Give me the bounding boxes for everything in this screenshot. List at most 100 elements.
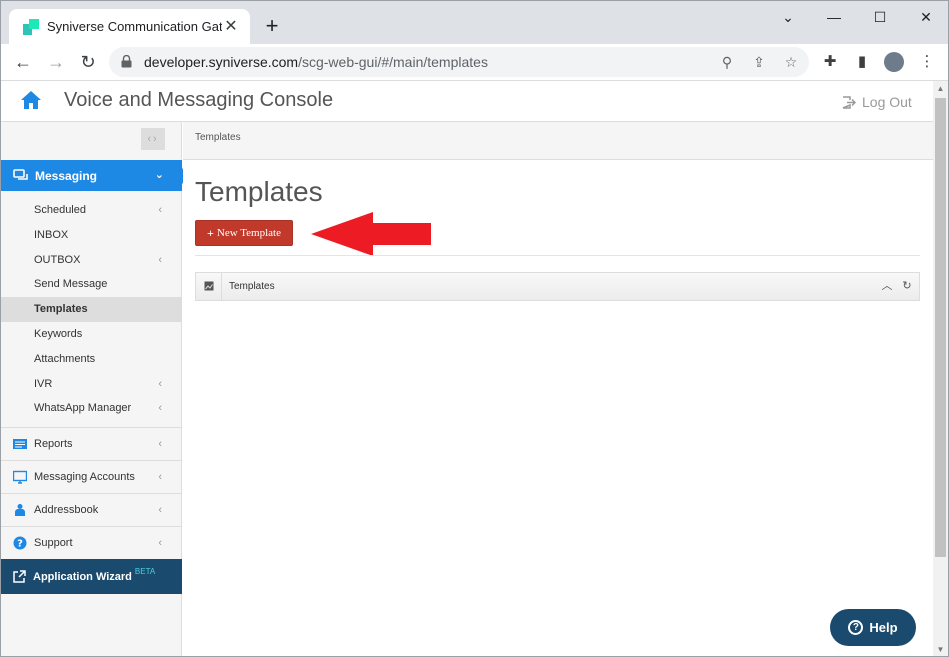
chevron-left-icon: ‹ (158, 438, 162, 450)
page-scrollbar[interactable]: ▲ ▼ (933, 81, 948, 656)
chevron-left-icon: ‹ (158, 377, 162, 390)
sidebar: ‹› Messaging ⌄ Scheduled ‹ INBOX OUTBOX ‹ … (1, 122, 190, 656)
app-title: Voice and Messaging Console (64, 89, 334, 111)
sidebar-item-whatsapp-manager[interactable]: WhatsApp Manager ‹ (1, 396, 182, 421)
logout-link[interactable]: Log Out (842, 94, 912, 110)
tab-search-icon[interactable]: ⌄ (765, 6, 811, 28)
menu-kebab-icon[interactable]: ⋮ (917, 52, 937, 72)
sidebar-item-outbox[interactable]: OUTBOX ‹ (1, 248, 182, 273)
monitor-icon (13, 470, 27, 484)
forward-icon[interactable]: → (45, 51, 67, 73)
new-template-button[interactable]: + New Template (195, 220, 293, 246)
logout-icon (842, 95, 856, 109)
new-tab-icon[interactable]: + (261, 15, 283, 37)
sidebar-item-label: Support (34, 537, 73, 549)
external-link-icon (13, 570, 26, 583)
chevron-left-icon: ‹ (158, 402, 162, 415)
browser-tab[interactable]: Syniverse Communication Gatew ✕ (9, 9, 250, 44)
zoom-icon[interactable]: ⚲ (717, 52, 737, 72)
syniverse-favicon-icon (23, 18, 39, 35)
sidebar-item-label: Keywords (34, 327, 83, 340)
scroll-down-icon[interactable]: ▼ (933, 642, 948, 656)
sidebar-item-label: INBOX (34, 228, 69, 241)
sidebar-item-support[interactable]: ? Support ‹ (1, 526, 182, 559)
app-header: Voice and Messaging Console Log Out (1, 81, 933, 122)
annotation-arrow-icon (311, 212, 431, 256)
address-bar[interactable]: developer.syniverse.com/scg-web-gui/#/ma… (109, 47, 809, 77)
sidebar-item-label: Messaging Accounts (34, 471, 135, 483)
templates-panel: Templates ︿ ↻ (195, 272, 920, 301)
maximize-icon[interactable]: ☐ (857, 6, 903, 28)
chevron-left-icon: ‹ (158, 537, 162, 549)
sidebar-item-inbox[interactable]: INBOX (1, 223, 182, 248)
sidebar-item-messaging-accounts[interactable]: Messaging Accounts ‹ (1, 460, 182, 493)
collapse-panel-icon[interactable]: ︿ (880, 279, 894, 293)
profile-avatar[interactable] (884, 52, 904, 72)
sidebar-item-application-wizard[interactable]: Application Wizard BETA (1, 559, 182, 594)
tab-strip: Syniverse Communication Gatew ✕ + ⌄ — ☐ … (1, 1, 948, 44)
chevron-left-icon: ‹ (158, 204, 162, 216)
tab-title: Syniverse Communication Gatew (47, 19, 222, 34)
lock-icon (121, 55, 132, 68)
sidebar-item-messaging[interactable]: Messaging ⌄ (1, 160, 190, 191)
reports-icon (13, 439, 27, 449)
breadcrumb[interactable]: Templates (195, 132, 241, 143)
close-tab-icon[interactable]: ✕ (222, 18, 240, 36)
chevron-left-icon: ‹ (158, 471, 162, 483)
sidebar-item-label: Reports (34, 438, 73, 450)
chevron-left-icon: ‹ (158, 504, 162, 516)
bookmark-star-icon[interactable]: ☆ (781, 52, 801, 72)
beta-badge: BETA (134, 567, 156, 576)
sidebar-item-label: Scheduled (34, 204, 86, 216)
panel-title: Templates (229, 281, 275, 292)
sidebar-item-addressbook[interactable]: Addressbook ‹ (1, 493, 182, 526)
question-icon: ? (848, 620, 864, 635)
share-icon[interactable]: ⇪ (749, 52, 769, 72)
sidebar-item-templates[interactable]: Templates (1, 297, 182, 322)
sidebar-item-label: Application Wizard (33, 570, 132, 583)
svg-text:?: ? (17, 539, 23, 550)
question-circle-icon: ? (13, 536, 27, 550)
sidebar-item-ivr[interactable]: IVR ‹ (1, 372, 182, 397)
sidebar-item-label: OUTBOX (34, 253, 81, 266)
browser-window: Syniverse Communication Gatew ✕ + ⌄ — ☐ … (0, 0, 949, 657)
sidebar-item-keywords[interactable]: Keywords (1, 322, 182, 347)
sidebar-item-attachments[interactable]: Attachments (1, 347, 182, 372)
sidebar-item-label: WhatsApp Manager (34, 402, 132, 415)
sidebar-item-label: Addressbook (34, 504, 99, 516)
messaging-submenu: Scheduled ‹ INBOX OUTBOX ‹ Send Message Te… (1, 198, 182, 421)
chevron-down-icon: ⌄ (154, 169, 164, 181)
scroll-thumb[interactable] (935, 98, 946, 557)
sidebar-item-label: Send Message (34, 278, 108, 291)
sidebar-item-reports[interactable]: Reports ‹ (1, 427, 182, 460)
url-host: developer.syniverse.com (144, 54, 299, 70)
panel-header-icon-cell (196, 273, 222, 300)
side-panel-icon[interactable]: ▮ (852, 52, 872, 72)
main-content: Templates Templates + New Template Templ… (183, 122, 933, 656)
home-icon[interactable] (20, 90, 42, 110)
sidebar-item-label: Messaging (35, 168, 98, 183)
chat-icon (13, 168, 28, 180)
scroll-up-icon[interactable]: ▲ (933, 81, 948, 97)
sidebar-collapse-toggle[interactable]: ‹› (141, 128, 165, 150)
help-label: Help (869, 620, 898, 635)
minimize-icon[interactable]: — (811, 6, 857, 28)
extensions-icon[interactable]: ✚ (820, 52, 840, 72)
contact-icon (15, 504, 25, 516)
page-title: Templates (195, 176, 323, 207)
image-icon (204, 281, 214, 291)
help-button[interactable]: ? Help (830, 609, 916, 646)
sidebar-item-scheduled[interactable]: Scheduled ‹ (1, 198, 182, 223)
breadcrumb-bar: Templates (183, 122, 933, 160)
new-template-label: New Template (216, 227, 281, 239)
refresh-icon[interactable]: ↻ (900, 279, 914, 293)
reload-icon[interactable]: ↻ (77, 51, 99, 73)
sidebar-item-label: Attachments (34, 352, 96, 365)
back-icon[interactable]: ← (12, 51, 34, 73)
plus-icon: + (207, 225, 214, 240)
url-path: /scg-web-gui/#/main/templates (298, 54, 488, 70)
url-text[interactable]: developer.syniverse.com/scg-web-gui/#/ma… (144, 54, 488, 70)
sidebar-item-send-message[interactable]: Send Message (1, 272, 182, 297)
sidebar-item-label: IVR (34, 377, 53, 390)
close-window-icon[interactable]: ✕ (903, 6, 948, 28)
